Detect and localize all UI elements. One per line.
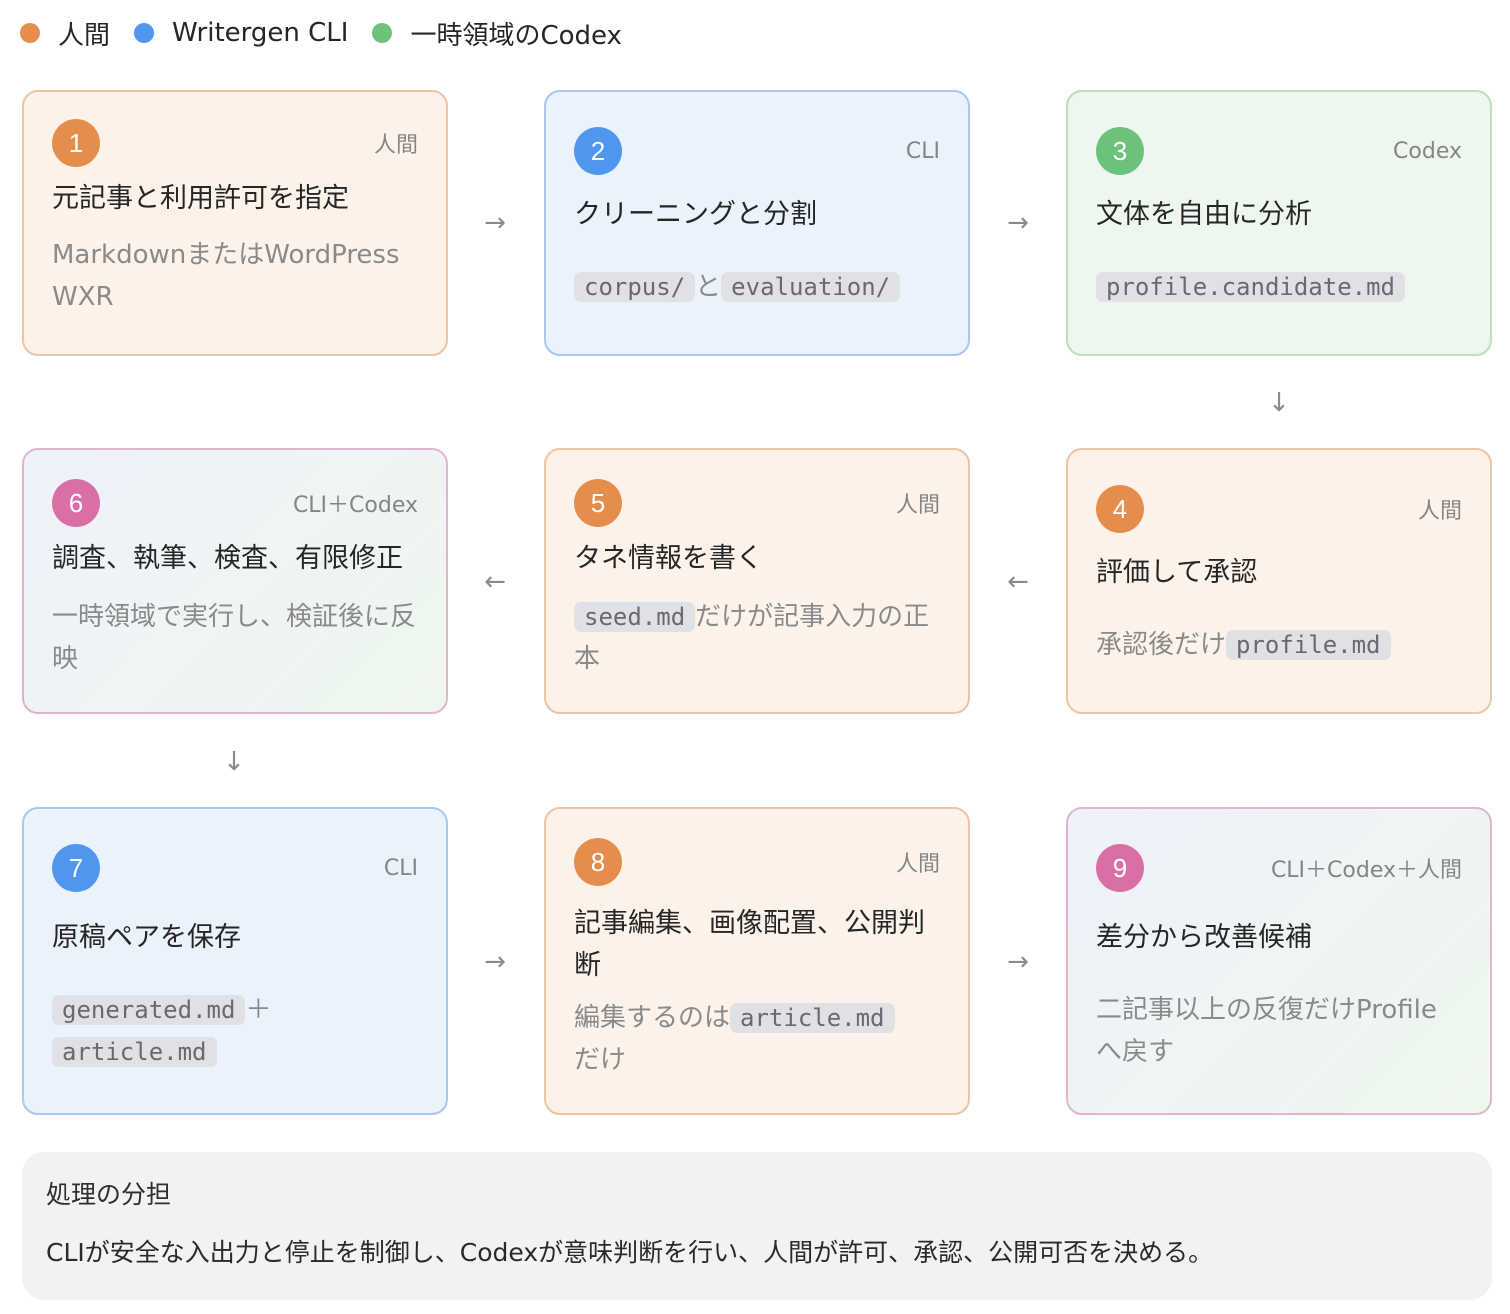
step-description: 承認後だけ profile.md: [1096, 624, 1462, 666]
step-title: クリーニングと分割: [574, 199, 817, 230]
step-title: 記事編集、画像配置、公開判断: [574, 908, 925, 981]
step-number-badge: 1: [52, 119, 100, 167]
flow-arrow-left-icon: ←: [1007, 567, 1029, 597]
step-actor-label: CLI: [905, 138, 940, 164]
step-actor-label: 人間: [895, 852, 940, 877]
code-snippet: generated.md: [52, 995, 246, 1025]
legend-dot-cli-icon: [134, 23, 155, 43]
step-title: 調査、執筆、検査、有限修正: [52, 543, 403, 574]
step-actor-label: CLI＋Codex＋人間: [1270, 858, 1462, 883]
step-number-badge: 5: [574, 479, 622, 527]
flow-arrow-left-icon: ←: [484, 567, 506, 597]
step-header: 8 人間: [574, 837, 940, 887]
code-snippet: seed.md: [574, 602, 696, 632]
step-title: 元記事と利用許可を指定: [52, 183, 349, 214]
step-number-badge: 9: [1096, 844, 1144, 892]
step-card-5: 5 人間 タネ情報を書く seed.md だけが記事入力の正本: [544, 448, 970, 714]
step-number-badge: 2: [574, 127, 622, 175]
legend: 人間 Writergen CLI 一時領域のCodex: [20, 15, 646, 52]
legend-dot-human-icon: [20, 23, 40, 43]
code-snippet: article.md: [52, 1037, 217, 1067]
step-title: タネ情報を書く: [574, 543, 763, 574]
legend-dot-codex-icon: [372, 23, 393, 43]
step-actor-label: 人間: [373, 133, 418, 158]
code-snippet: profile.md: [1226, 630, 1391, 660]
step-actor-label: 人間: [1417, 499, 1462, 524]
role-summary-note: 処理の分担 CLIが安全な入出力と停止を制御し、Codexが意味判断を行い、人間…: [22, 1152, 1492, 1300]
step-header: 2 CLI: [574, 126, 940, 176]
step-description: seed.md だけが記事入力の正本: [574, 596, 940, 680]
step-header: 5 人間: [574, 478, 940, 528]
step-header: 9 CLI＋Codex＋人間: [1096, 843, 1462, 893]
flow-arrow-right-icon: →: [1007, 208, 1029, 238]
step-actor-label: 人間: [895, 493, 940, 518]
step-card-4: 4 人間 評価して承認 承認後だけ profile.md: [1066, 448, 1492, 714]
step-card-2: 2 CLI クリーニングと分割 corpus/と evaluation/: [544, 90, 970, 356]
step-description: corpus/と evaluation/: [574, 266, 940, 308]
step-description: 一時領域で実行し、検証後に反映: [52, 596, 418, 680]
note-body: CLIが安全な入出力と停止を制御し、Codexが意味判断を行い、人間が許可、承認…: [46, 1238, 1214, 1267]
legend-label: 人間: [58, 20, 111, 51]
step-header: 4 人間: [1096, 484, 1462, 534]
step-description-text: 二記事以上の反復だけProfileへ戻す: [1096, 995, 1437, 1067]
step-actor-label: CLI＋Codex: [292, 493, 418, 518]
step-description-text: 一時領域で実行し、検証後に反映: [52, 602, 417, 674]
legend-item-cli: Writergen CLI: [134, 18, 348, 48]
code-snippet: corpus/: [574, 272, 696, 302]
step-number-badge: 6: [52, 479, 100, 527]
step-number-badge: 3: [1096, 127, 1144, 175]
step-description-text: 承認後だけ: [1096, 630, 1227, 660]
legend-item-codex: 一時領域のCodex: [372, 15, 622, 52]
flow-arrow-right-icon: →: [484, 208, 506, 238]
step-actor-label: Codex: [1393, 138, 1462, 164]
step-header: 1 人間: [52, 118, 418, 168]
legend-label: Writergen CLI: [172, 18, 349, 48]
note-title: 処理の分担: [46, 1180, 172, 1209]
legend-item-human: 人間: [20, 15, 110, 52]
step-number-badge: 4: [1096, 485, 1144, 533]
step-description-text: だけ: [574, 1045, 627, 1075]
step-actor-label: CLI: [383, 855, 418, 881]
step-description: 編集するのは article.md だけ: [574, 997, 940, 1081]
step-title: 原稿ペアを保存: [52, 922, 241, 953]
flow-arrow-right-icon: →: [484, 947, 506, 977]
step-description: MarkdownまたはWordPress WXR: [52, 234, 418, 318]
step-card-6: 6 CLI＋Codex 調査、執筆、検査、有限修正 一時領域で実行し、検証後に反…: [22, 448, 448, 714]
step-card-8: 8 人間 記事編集、画像配置、公開判断 編集するのは article.md だけ: [544, 807, 970, 1115]
step-header: 7 CLI: [52, 843, 418, 893]
code-snippet: evaluation/: [721, 272, 901, 302]
step-number-badge: 7: [52, 844, 100, 892]
step-description: profile.candidate.md: [1096, 266, 1462, 308]
step-header: 3 Codex: [1096, 126, 1462, 176]
step-description-text: MarkdownまたはWordPress WXR: [52, 240, 400, 312]
step-title: 評価して承認: [1096, 557, 1258, 588]
step-number-badge: 8: [574, 838, 622, 886]
code-snippet: profile.candidate.md: [1096, 272, 1405, 302]
code-snippet: article.md: [730, 1003, 895, 1033]
legend-label: 一時領域のCodex: [410, 20, 622, 51]
step-card-9: 9 CLI＋Codex＋人間 差分から改善候補 二記事以上の反復だけProfil…: [1066, 807, 1492, 1115]
flow-arrow-down-icon: ↓: [223, 747, 245, 777]
flow-arrow-down-icon: ↓: [1268, 388, 1290, 418]
flow-arrow-right-icon: →: [1007, 947, 1029, 977]
step-card-7: 7 CLI 原稿ペアを保存 generated.md ＋ article.md: [22, 807, 448, 1115]
step-description-text: と: [695, 272, 722, 302]
step-description-text: ＋: [245, 995, 272, 1025]
step-title: 差分から改善候補: [1096, 922, 1312, 953]
step-description: 二記事以上の反復だけProfileへ戻す: [1096, 989, 1462, 1073]
step-card-1: 1 人間 元記事と利用許可を指定 MarkdownまたはWordPress WX…: [22, 90, 448, 356]
step-header: 6 CLI＋Codex: [52, 478, 418, 528]
step-title: 文体を自由に分析: [1096, 199, 1312, 230]
step-description-text: 編集するのは: [574, 1003, 731, 1033]
step-card-3: 3 Codex 文体を自由に分析 profile.candidate.md: [1066, 90, 1492, 356]
step-description: generated.md ＋ article.md: [52, 989, 418, 1073]
